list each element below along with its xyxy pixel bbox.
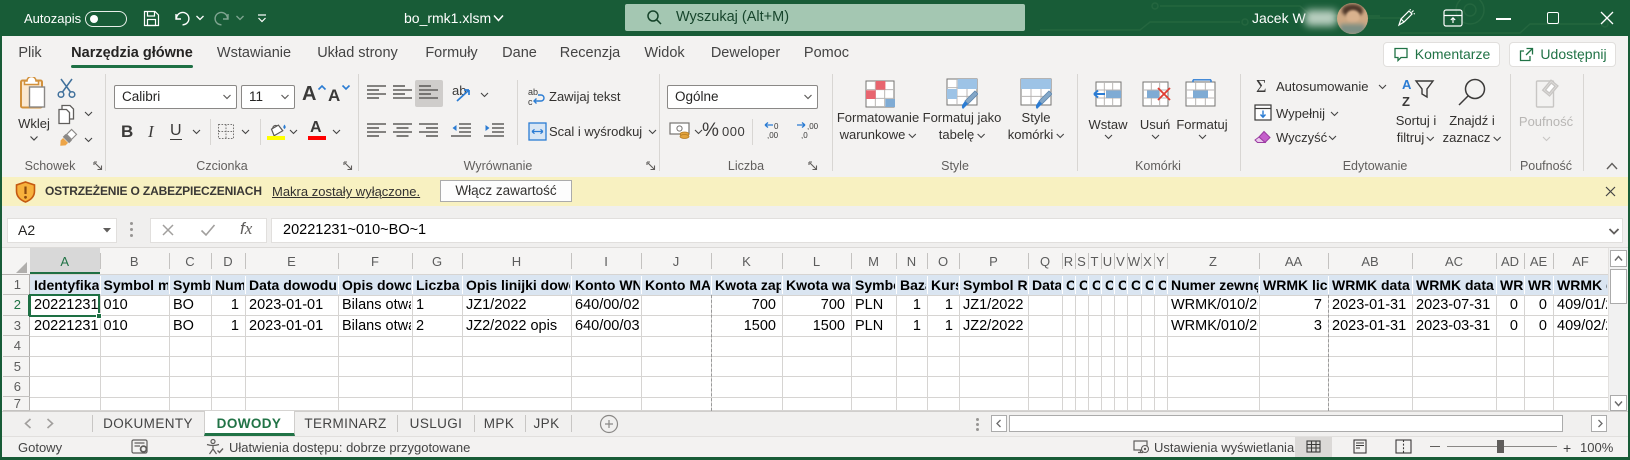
svg-text:ab: ab xyxy=(528,87,538,97)
svg-text:,0: ,0 xyxy=(801,131,808,140)
svg-text:,00: ,00 xyxy=(807,122,819,131)
svg-text:,00: ,00 xyxy=(767,131,779,140)
svg-text:A: A xyxy=(1402,77,1412,92)
svg-text:c: c xyxy=(528,97,533,106)
svg-text:Z: Z xyxy=(1402,94,1410,109)
svg-text:0: 0 xyxy=(774,122,779,131)
